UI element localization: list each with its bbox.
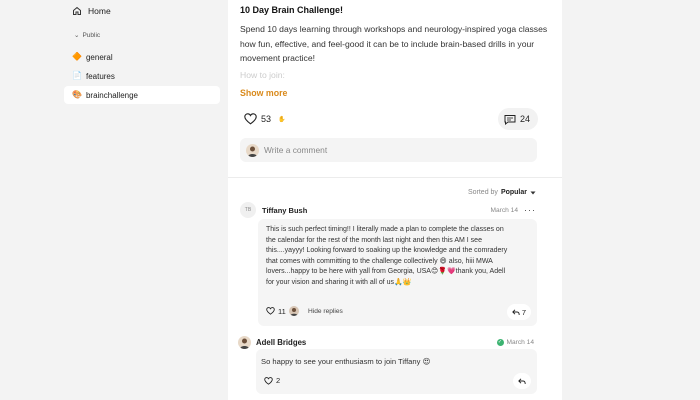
reply-count: 7 (521, 307, 527, 317)
caret-down-icon (530, 191, 536, 195)
like-note: ✋ (278, 116, 286, 123)
comment-header: Adell Bridges ✓ March 14 (238, 334, 536, 350)
sidebar-item-general[interactable]: 🔶 general (64, 48, 220, 66)
comment-author[interactable]: Tiffany Bush (262, 206, 307, 215)
sort-prefix: Sorted by (467, 189, 498, 196)
like-button[interactable]: 53 ✋ (240, 108, 288, 130)
comments-button[interactable]: 24 (498, 108, 538, 130)
comment-like-count: 2 (276, 376, 281, 385)
sidebar-item-home[interactable]: Home (72, 6, 111, 16)
comment-date-wrap: ✓ March 14 (496, 338, 535, 346)
post-title: 10 Day Brain Challenge! (240, 5, 344, 15)
show-more-link[interactable]: Show more (240, 88, 287, 98)
reply-button[interactable]: 7 (507, 304, 531, 320)
comment-icon (504, 114, 516, 125)
sidebar-item-label: general (85, 52, 113, 62)
heart-icon (264, 376, 273, 385)
comment-like-count: 11 (278, 306, 286, 316)
channel-emoji: 🔶 (72, 52, 82, 61)
heart-icon (244, 113, 257, 125)
comment-count: 24 (520, 114, 531, 124)
comment-placeholder: Write a comment (264, 145, 328, 155)
channel-emoji: 📄 (72, 71, 82, 80)
section-toggle-public[interactable]: ⌄ Public (74, 31, 101, 40)
comment-input[interactable]: Write a comment (240, 138, 537, 162)
comment-date: March 14 (506, 338, 535, 346)
more-options-icon[interactable]: ··· (524, 205, 536, 215)
heart-icon (266, 307, 275, 315)
post-panel: 10 Day Brain Challenge! Spend 10 days le… (228, 0, 562, 400)
comment-bubble: So happy to see your enthusiasm to join … (256, 349, 537, 394)
sidebar-item-label: Home (88, 6, 111, 16)
reply-icon (518, 377, 526, 385)
section-label: Public (82, 31, 101, 39)
reply-button[interactable] (513, 373, 531, 389)
comment-bubble: This is such perfect timing!! I literall… (258, 219, 537, 326)
avatar[interactable] (238, 335, 251, 349)
avatar (288, 306, 299, 316)
reply-icon (512, 308, 520, 316)
comment-date: March 14 (490, 206, 519, 214)
sidebar-item-label: features (85, 71, 115, 81)
verified-icon: ✓ (496, 338, 504, 346)
post-faded-text: How to join: (240, 70, 285, 80)
comment-text: So happy to see your enthusiasm to join … (261, 357, 431, 366)
sort-dropdown[interactable]: Sorted by Popular (468, 189, 536, 196)
divider (228, 177, 562, 178)
comment-header: TB Tiffany Bush March 14 ··· (240, 202, 538, 218)
post-body: Spend 10 days learning through workshops… (240, 24, 548, 64)
avatar[interactable]: TB (240, 202, 256, 218)
comment-like-button[interactable]: 2 (264, 376, 280, 385)
chevron-down-icon: ⌄ (74, 32, 80, 39)
avatar (246, 143, 259, 157)
channel-emoji: 🎨 (72, 90, 82, 99)
home-icon (72, 6, 82, 16)
sidebar-item-label: brainchallenge (85, 90, 139, 100)
sidebar-item-features[interactable]: 📄 features (64, 67, 220, 85)
comment-like-button[interactable]: 11 (266, 306, 299, 316)
like-count: 53 (261, 114, 272, 124)
sidebar-item-brainchallenge[interactable]: 🎨 brainchallenge (64, 86, 220, 104)
comment-author[interactable]: Adell Bridges (256, 338, 306, 347)
sidebar: Home ⌄ Public 🔶 general 📄 features 🎨 bra… (62, 0, 228, 400)
sort-value: Popular (500, 189, 527, 196)
hide-replies-button[interactable]: Hide replies (308, 308, 343, 315)
comment-text: This is such perfect timing!! I literall… (266, 226, 508, 286)
